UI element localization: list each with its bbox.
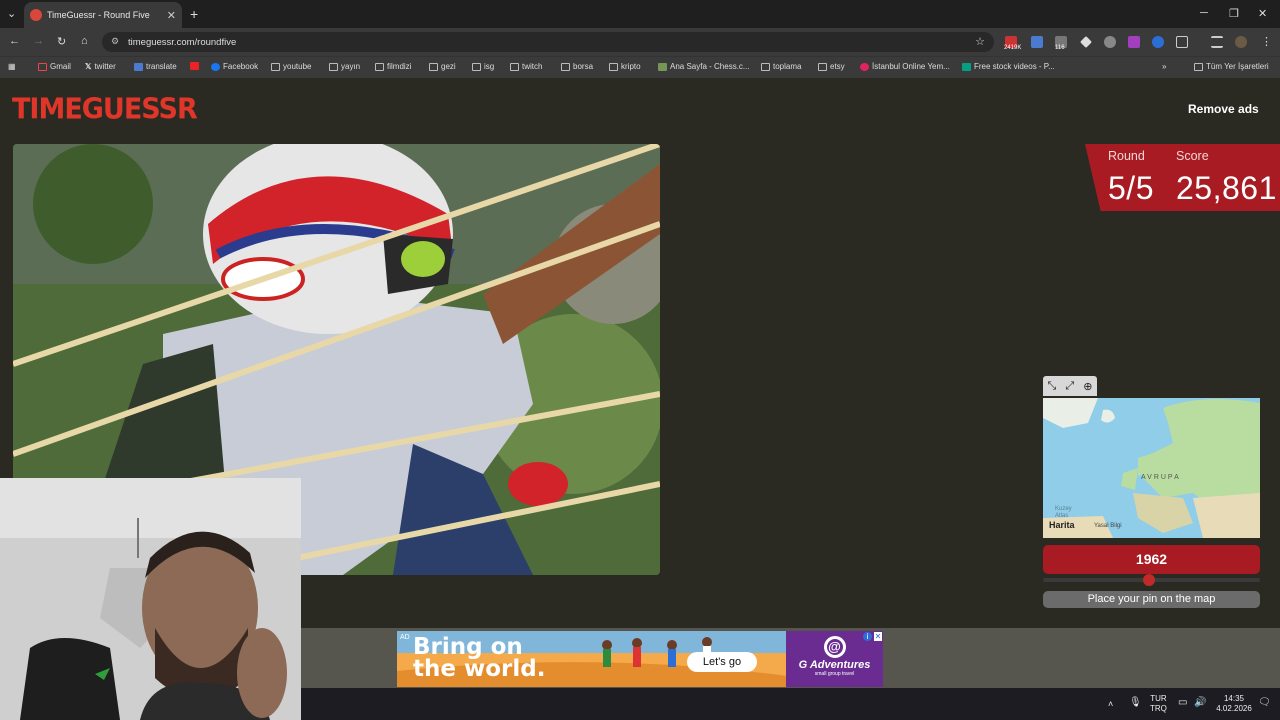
round-value: 5/5: [1108, 170, 1154, 206]
bookmark-folder-gezi[interactable]: gezi: [429, 62, 456, 71]
browser-tab-bar: ⌄ TimeGuessr - Round Five ✕ + ─ ❐ ✕: [0, 0, 1280, 28]
bookmark-folder-isg[interactable]: isg: [472, 62, 494, 71]
notifications-icon[interactable]: 🗨: [1258, 698, 1271, 708]
language-indicator[interactable]: TUR TRQ: [1150, 694, 1167, 714]
map-region-label: AVRUPA: [1141, 474, 1181, 481]
remove-ads-link[interactable]: Remove ads: [1188, 102, 1259, 116]
bookmark-folder-twitch[interactable]: twitch: [510, 62, 542, 71]
ad-tag: AD: [400, 634, 410, 641]
ad-close-icon[interactable]: ✕: [874, 632, 882, 641]
ad-headline-line-2: the world.: [413, 656, 546, 682]
g-adventures-logo-icon: @: [823, 636, 846, 658]
tab-close-icon[interactable]: ✕: [167, 9, 176, 22]
bookmarks-overflow-icon[interactable]: »: [1162, 62, 1166, 71]
bookmark-gmail[interactable]: Gmail: [38, 62, 71, 71]
round-label: Round: [1108, 149, 1145, 163]
bookmark-yemeksepeti[interactable]: İstanbul Online Yem...: [860, 62, 950, 71]
forward-icon[interactable]: →: [33, 35, 44, 47]
extension-translate-icon[interactable]: [1031, 36, 1043, 48]
extension-badge-2: 116: [1055, 45, 1065, 51]
tab-search-icon[interactable]: ⌄: [7, 7, 16, 20]
reading-list-icon[interactable]: [1211, 36, 1223, 48]
round-score-panel: Round Score 5/5 25,861: [1085, 144, 1280, 211]
tray-expand-icon[interactable]: ˄: [1108, 699, 1113, 709]
language-line-2: TRQ: [1150, 704, 1167, 713]
score-value: 25,861: [1176, 170, 1277, 206]
address-bar[interactable]: ⚙ timeguessr.com/roundfive ☆: [102, 32, 994, 52]
year-display: 1962: [1043, 545, 1260, 574]
clock-date: 4.02.2026: [1216, 704, 1252, 713]
clock[interactable]: 14:35 4.02.2026: [1214, 694, 1254, 714]
bookmark-facebook[interactable]: Facebook: [211, 62, 258, 71]
bookmark-folder-yayin[interactable]: yayın: [329, 62, 360, 71]
restore-icon[interactable]: ❐: [1229, 7, 1239, 20]
url-text: timeguessr.com/roundfive: [128, 36, 237, 48]
volume-icon[interactable]: 🔊: [1194, 698, 1206, 708]
new-tab-button[interactable]: +: [190, 6, 198, 22]
place-pin-button[interactable]: Place your pin on the map: [1043, 591, 1260, 608]
window-close-icon[interactable]: ✕: [1258, 7, 1267, 20]
map-sea-label: Kuzey Atlas: [1055, 506, 1072, 519]
tab-title: TimeGuessr - Round Five: [47, 10, 150, 20]
ad-cta-button[interactable]: Let's go: [687, 652, 757, 672]
score-label: Score: [1176, 149, 1209, 163]
site-info-icon[interactable]: ⚙: [111, 36, 119, 47]
bookmark-folder-youtube[interactable]: youtube: [271, 62, 311, 71]
ad-headline-line-1: Bring on: [413, 634, 523, 660]
bookmark-star-icon[interactable]: ☆: [975, 35, 985, 48]
ad-brand-name: G Adventures: [798, 659, 871, 671]
map-toolbar: ⤡ ⤢ ⊕: [1043, 376, 1097, 396]
minimize-icon[interactable]: ─: [1200, 7, 1208, 19]
bookmark-twitter[interactable]: 𝕏twitter: [85, 62, 116, 71]
extension-purple-icon[interactable]: [1128, 36, 1140, 48]
bookmarks-bar: ▦ Gmail 𝕏twitter translate Facebook yout…: [0, 56, 1280, 78]
bookmark-youtube-icon[interactable]: [190, 62, 199, 70]
profile-avatar[interactable]: [1235, 36, 1247, 48]
browser-tab[interactable]: TimeGuessr - Round Five ✕: [24, 2, 182, 28]
map-pin-icon[interactable]: ⊕: [1083, 380, 1092, 393]
map-shrink-icon[interactable]: ⤢: [1065, 380, 1074, 393]
guess-map[interactable]: AVRUPA Kuzey Atlas Harita Yasal Bilgi: [1043, 398, 1260, 538]
reload-icon[interactable]: ↻: [57, 35, 66, 48]
back-icon[interactable]: ←: [9, 35, 20, 47]
bookmark-folder-filmdizi[interactable]: filmdizi: [375, 62, 411, 71]
extension-badge: 2419K: [1004, 45, 1022, 51]
webcam-overlay: [0, 478, 301, 720]
bookmark-translate[interactable]: translate: [134, 62, 177, 71]
clock-time: 14:35: [1223, 694, 1245, 703]
timeguessr-logo[interactable]: TIMEGUESSR: [12, 89, 198, 131]
ad-brand-sub: small group travel: [814, 671, 855, 677]
bookmark-chess[interactable]: Ana Sayfa - Chess.c...: [658, 62, 750, 71]
extension-audio-icon[interactable]: [1152, 36, 1164, 48]
map-legal-link[interactable]: Yasal Bilgi: [1094, 523, 1122, 529]
menu-dots-icon[interactable]: ⋮: [1261, 35, 1272, 48]
bookmark-pexels[interactable]: Free stock videos - P...: [962, 62, 1055, 71]
extension-glasses-icon[interactable]: [1104, 36, 1116, 48]
network-icon[interactable]: ▭: [1178, 698, 1187, 708]
apps-grid-icon[interactable]: ▦: [8, 62, 16, 71]
bookmark-folder-borsa[interactable]: borsa: [561, 62, 593, 71]
webcam-illustration: [0, 478, 301, 720]
ad-headline[interactable]: Bring on the world.: [413, 634, 546, 682]
extensions-puzzle-icon[interactable]: [1176, 36, 1188, 48]
year-slider[interactable]: [1043, 574, 1260, 586]
map-expand-icon[interactable]: ⤡: [1048, 380, 1057, 393]
bookmark-folder-toplama[interactable]: toplama: [761, 62, 801, 71]
language-line-1: TUR: [1150, 694, 1167, 703]
microphone-icon[interactable]: 🎙: [1129, 698, 1142, 708]
bookmark-folder-kripto[interactable]: kripto: [609, 62, 641, 71]
ad-info-icon[interactable]: i: [863, 632, 872, 641]
bookmark-all[interactable]: Tüm Yer İşaretleri: [1194, 62, 1269, 71]
timeguessr-favicon-icon: [30, 9, 42, 21]
apple-maps-logo: Harita: [1049, 520, 1075, 530]
bookmark-folder-etsy[interactable]: etsy: [818, 62, 845, 71]
home-icon[interactable]: ⌂: [81, 35, 88, 47]
